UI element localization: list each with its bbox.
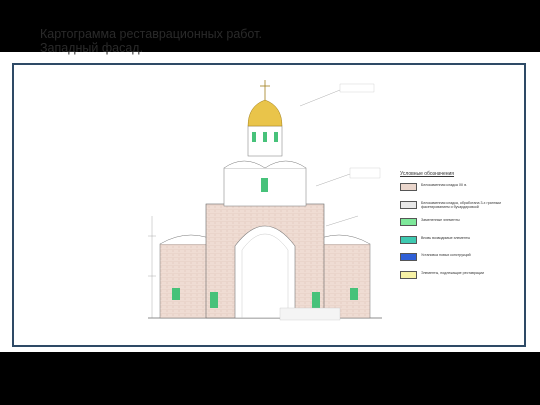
legend-label: Белокаменная кладка XII в. <box>421 183 468 187</box>
legend-item: Установка новых конструкций <box>400 253 510 271</box>
legend-item: Белокаменная кладка XII в. <box>400 183 510 201</box>
facade-drawing <box>148 80 382 321</box>
window-left-1 <box>172 288 180 300</box>
legend-swatch <box>400 218 417 226</box>
golden-dome <box>247 99 283 127</box>
legend-item: Элементы, подлежащие реставрации <box>400 270 510 289</box>
slide-title: Картограмма реставрационных работ. Запад… <box>40 27 262 55</box>
legend-label: Установка новых конструкций <box>421 253 471 257</box>
window-right-2 <box>350 288 358 300</box>
legend-swatch <box>400 235 417 244</box>
legend-label: Вновь возводимые элементы <box>421 235 471 240</box>
window-drum-1 <box>252 132 256 142</box>
window-right-1 <box>312 292 320 308</box>
spec-note <box>279 307 341 321</box>
window-drum-3 <box>274 132 278 142</box>
legend-label: Элементы, подлежащие реставрации <box>421 270 484 275</box>
legend-title: Условные обозначения <box>400 171 455 177</box>
legend-swatch <box>400 270 417 279</box>
legend-swatch <box>400 183 417 191</box>
gate-arch <box>234 225 296 319</box>
legend-label: Замененные элементы <box>421 218 460 222</box>
title-line-1: Картограмма реставрационных работ. <box>40 27 262 41</box>
legend-item: Вновь возводимые элементы <box>400 235 510 254</box>
legend-item: Белокаменная кладка, обработана 3-х гран… <box>400 200 510 219</box>
legend-label: Белокаменная кладка, обработана 3-х гран… <box>421 200 501 209</box>
window-left-2 <box>210 292 218 308</box>
legend-items: Белокаменная кладка XII в. Белокаменная к… <box>400 183 510 288</box>
legend-swatch <box>400 200 417 209</box>
window-drum-2 <box>263 132 267 142</box>
legend: Условные обозначения Белокаменная кладка… <box>400 171 510 288</box>
window-church <box>261 178 268 192</box>
title-line-2: Западный фасад. <box>40 41 144 55</box>
letterbox-bottom <box>0 352 540 405</box>
legend-item: Замененные элементы <box>400 218 510 236</box>
legend-swatch <box>400 253 417 261</box>
